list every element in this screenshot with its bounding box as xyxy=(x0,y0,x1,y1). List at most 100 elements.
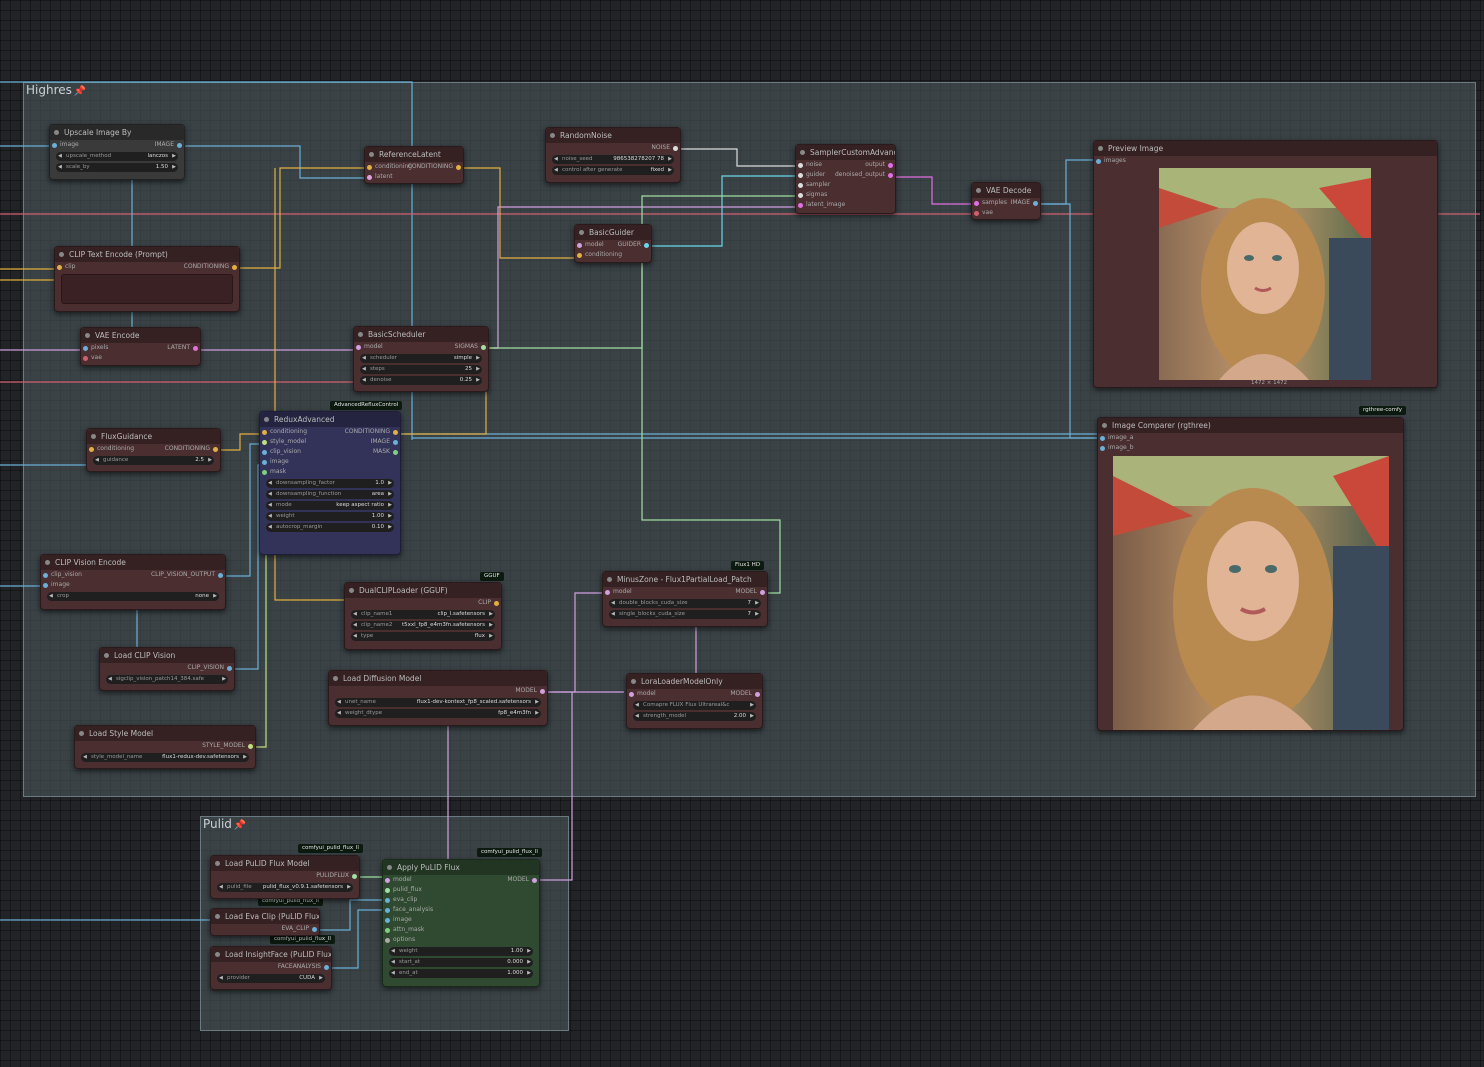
input-slot[interactable] xyxy=(43,582,48,588)
node-vae-decode[interactable]: VAE Decode samples IMAGE vae xyxy=(971,182,1041,220)
input-slot[interactable] xyxy=(57,264,62,270)
node-title[interactable]: Load Diffusion Model xyxy=(329,671,547,686)
input-slot[interactable] xyxy=(262,449,267,455)
node-title[interactable]: Apply PuLID Flux xyxy=(383,860,539,875)
node-basic-guider[interactable]: BasicGuider model GUIDER conditioning xyxy=(574,224,652,263)
clip-name-combo[interactable]: sigclip_vision_patch14_384.safe xyxy=(106,675,228,684)
output-slot[interactable] xyxy=(193,345,198,351)
node-title[interactable]: Load Style Model xyxy=(75,726,255,741)
node-title[interactable]: Load Eva Clip (PuLID Flux) xyxy=(211,909,319,924)
type-combo[interactable]: typeflux xyxy=(351,632,495,641)
output-slot[interactable] xyxy=(760,589,765,595)
output-slot[interactable] xyxy=(393,429,398,435)
output-slot[interactable] xyxy=(481,344,486,350)
node-load-diffusion-model[interactable]: Load Diffusion Model MODEL unet_nameflux… xyxy=(328,670,548,726)
upscale-method-combo[interactable]: upscale_methodlanczos xyxy=(56,152,178,161)
node-redux-advanced[interactable]: ReduxAdvanced conditioning CONDITIONING s… xyxy=(259,411,401,555)
pulid-file-combo[interactable]: pulid_filepulid_flux_v0.9.1.safetensors xyxy=(217,883,353,892)
output-slot[interactable] xyxy=(324,964,329,970)
input-slot[interactable] xyxy=(385,927,390,933)
output-slot[interactable] xyxy=(532,877,537,883)
node-title[interactable]: Load CLIP Vision xyxy=(100,648,234,663)
node-load-insightface[interactable]: Load InsightFace (PuLID Flux) FACEANALYS… xyxy=(210,946,332,990)
input-slot[interactable] xyxy=(385,897,390,903)
input-slot[interactable] xyxy=(798,172,803,178)
input-slot[interactable] xyxy=(605,589,610,595)
output-slot[interactable] xyxy=(213,446,218,452)
input-slot[interactable] xyxy=(798,202,803,208)
input-slot[interactable] xyxy=(1096,158,1101,164)
input-slot[interactable] xyxy=(262,429,267,435)
unet-name-combo[interactable]: unet_nameflux1-dev-kontext_fp8_scaled.sa… xyxy=(335,698,541,707)
style-model-name-combo[interactable]: style_model_nameflux1-redux-dev.safetens… xyxy=(81,753,249,762)
weight-dtype-combo[interactable]: weight_dtypefp8_e4m3fn xyxy=(335,709,541,718)
strength-model-number[interactable]: strength_model2.00 xyxy=(633,712,756,721)
input-slot[interactable] xyxy=(385,937,390,943)
node-flux-guidance[interactable]: FluxGuidance conditioning CONDITIONING gu… xyxy=(86,428,221,472)
node-title[interactable]: BasicGuider xyxy=(575,225,651,240)
input-slot[interactable] xyxy=(262,459,267,465)
node-title[interactable]: DualCLIPLoader (GGUF) xyxy=(345,583,501,598)
node-title[interactable]: BasicScheduler xyxy=(354,327,488,342)
input-slot[interactable] xyxy=(367,164,372,170)
node-title[interactable]: LoraLoaderModelOnly xyxy=(627,674,762,689)
node-load-style-model[interactable]: Load Style Model STYLE_MODEL style_model… xyxy=(74,725,256,769)
input-slot[interactable] xyxy=(262,439,267,445)
input-slot[interactable] xyxy=(798,162,803,168)
node-preview-image[interactable]: Preview Image images 1472 × 1472 xyxy=(1093,140,1438,388)
provider-combo[interactable]: providerCUDA xyxy=(217,974,325,983)
noise-seed-number[interactable]: noise_seed986538278207 78 xyxy=(552,155,674,164)
node-load-clip-vision[interactable]: Load CLIP Vision CLIP_VISION sigclip_vis… xyxy=(99,647,235,691)
input-slot[interactable] xyxy=(385,887,390,893)
output-slot[interactable] xyxy=(1033,200,1038,206)
output-slot[interactable] xyxy=(456,164,461,170)
input-slot[interactable] xyxy=(385,917,390,923)
output-slot[interactable] xyxy=(540,688,545,694)
node-title[interactable]: CLIP Text Encode (Prompt) xyxy=(55,247,239,262)
input-slot[interactable] xyxy=(52,142,57,148)
input-slot[interactable] xyxy=(577,252,582,258)
weight-number[interactable]: weight1.00 xyxy=(389,947,533,956)
output-slot[interactable] xyxy=(352,873,357,879)
denoise-number[interactable]: denoise0.25 xyxy=(360,376,482,385)
input-slot[interactable] xyxy=(367,174,372,180)
output-slot[interactable] xyxy=(755,691,760,697)
clip-name2-combo[interactable]: clip_name2t5xxl_fp8_e4m3fn.safetensors xyxy=(351,621,495,630)
node-reference-latent[interactable]: ReferenceLatent conditioning CONDITIONING… xyxy=(364,146,464,184)
node-clip-vision-encode[interactable]: CLIP Vision Encode clip_vision CLIP_VISIO… xyxy=(40,554,226,610)
node-title[interactable]: Preview Image xyxy=(1094,141,1437,156)
input-slot[interactable] xyxy=(262,469,267,475)
crop-combo[interactable]: cropnone xyxy=(47,592,219,601)
node-title[interactable]: ReduxAdvanced xyxy=(260,412,400,427)
input-slot[interactable] xyxy=(356,344,361,350)
prompt-textarea[interactable] xyxy=(61,274,233,304)
node-title[interactable]: VAE Decode xyxy=(972,183,1040,198)
node-basic-scheduler[interactable]: BasicScheduler model SIGMAS schedulersimp… xyxy=(353,326,489,392)
node-apply-pulid-flux[interactable]: Apply PuLID Flux model MODEL pulid_flux e… xyxy=(382,859,540,987)
output-slot[interactable] xyxy=(232,264,237,270)
node-load-eva-clip[interactable]: Load Eva Clip (PuLID Flux) EVA_CLIP xyxy=(210,908,320,936)
output-slot[interactable] xyxy=(888,172,893,178)
clip-name1-combo[interactable]: clip_name1clip_l.safetensors xyxy=(351,610,495,619)
node-title[interactable]: Upscale Image By xyxy=(50,125,184,140)
output-slot[interactable] xyxy=(888,162,893,168)
input-slot[interactable] xyxy=(1100,435,1105,441)
node-title[interactable]: FluxGuidance xyxy=(87,429,220,444)
start-at-number[interactable]: start_at0.000 xyxy=(389,958,533,967)
node-sampler-custom-advanced[interactable]: SamplerCustomAdvanced noise output guider… xyxy=(795,144,896,214)
node-title[interactable]: Image Comparer (rgthree) xyxy=(1098,418,1403,433)
input-slot[interactable] xyxy=(798,182,803,188)
node-minuszone-patch[interactable]: MinusZone - Flux1PartialLoad_Patch model… xyxy=(602,571,768,627)
output-slot[interactable] xyxy=(393,449,398,455)
input-slot[interactable] xyxy=(974,200,979,206)
node-image-comparer[interactable]: Image Comparer (rgthree) image_a image_b xyxy=(1097,417,1404,731)
node-dual-clip-loader[interactable]: DualCLIPLoader (GGUF) CLIP clip_name1cli… xyxy=(344,582,502,650)
input-slot[interactable] xyxy=(798,192,803,198)
node-random-noise[interactable]: RandomNoise NOISE noise_seed986538278207… xyxy=(545,127,681,183)
input-slot[interactable] xyxy=(83,345,88,351)
node-title[interactable]: Load InsightFace (PuLID Flux) xyxy=(211,947,331,962)
node-title[interactable]: MinusZone - Flux1PartialLoad_Patch xyxy=(603,572,767,587)
output-slot[interactable] xyxy=(644,242,649,248)
scale-by-number[interactable]: scale_by1.50 xyxy=(56,163,178,172)
node-title[interactable]: Load PuLID Flux Model xyxy=(211,856,359,871)
